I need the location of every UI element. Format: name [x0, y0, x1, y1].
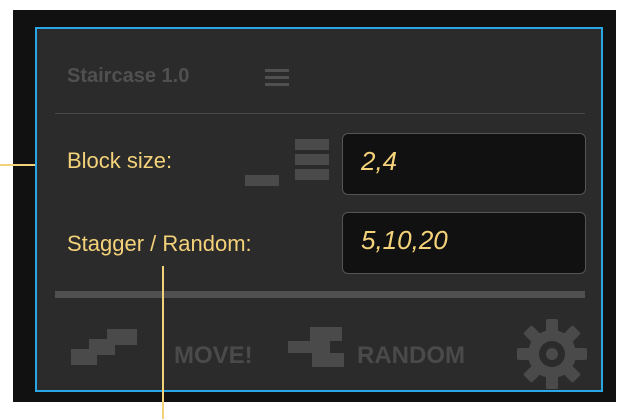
- random-stair-icon[interactable]: [288, 327, 356, 367]
- divider-bar: [55, 291, 585, 298]
- bars-icon[interactable]: [245, 137, 329, 189]
- move-button[interactable]: MOVE!: [174, 342, 253, 370]
- staircase-panel: Staircase 1.0 Block size: 2,4 Stagger / …: [35, 27, 603, 392]
- block-size-field[interactable]: 2,4: [342, 133, 586, 195]
- gear-icon[interactable]: [517, 319, 587, 389]
- block-size-label: Block size:: [67, 148, 173, 173]
- hamburger-menu-icon[interactable]: [265, 69, 289, 87]
- random-button[interactable]: RANDOM: [357, 342, 465, 370]
- title-separator: [55, 113, 585, 114]
- stagger-random-field[interactable]: 5,10,20: [342, 212, 586, 274]
- staircase-icon[interactable]: [71, 327, 139, 367]
- panel-title: Staircase 1.0: [67, 65, 190, 87]
- stagger-random-label: Stagger / Random:: [67, 231, 252, 256]
- callout-line-stagger: [162, 266, 164, 419]
